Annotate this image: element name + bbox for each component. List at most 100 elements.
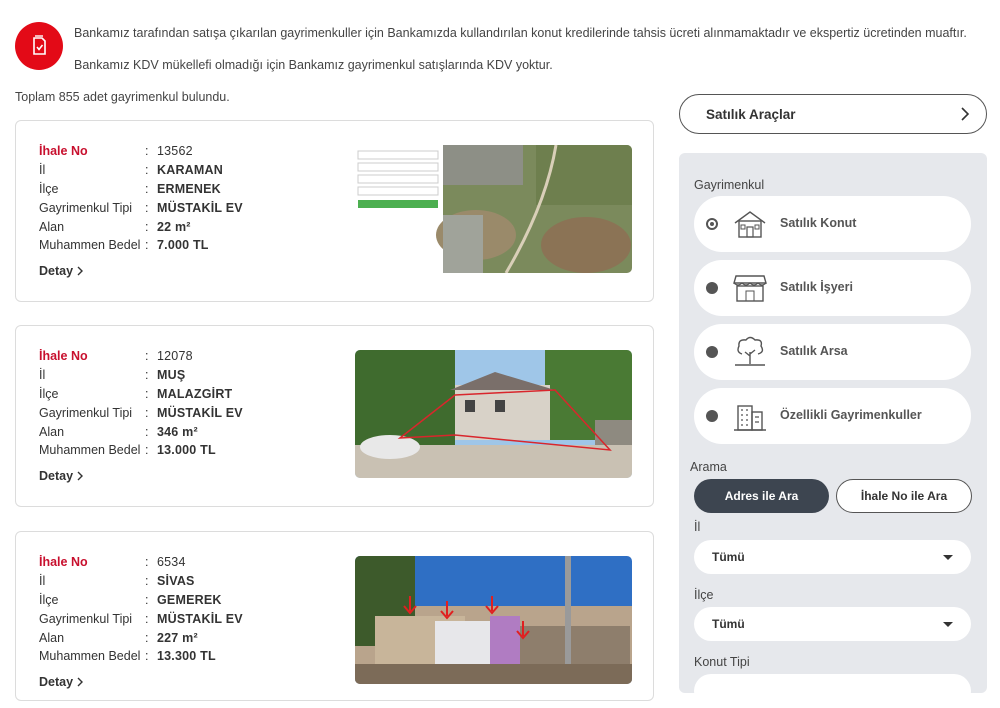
radio-unselected[interactable] [706,282,718,294]
property-type-label: Satılık Arsa [780,344,848,358]
house-icon [734,211,766,238]
alan-value: 227 m² [157,630,198,645]
listing-details: İhale No:12078 İl: MUŞ İlçe: MALAZGİRT Gay… [39,347,243,460]
ilce-label: İlçe [39,181,59,196]
separator: : [145,649,149,664]
detail-link[interactable]: Detay [39,675,84,689]
alan-label: Alan [39,630,65,645]
il-label: İl [39,574,46,589]
detail-link[interactable]: Detay [39,264,84,278]
ilce-value: MALAZGİRT [157,386,233,401]
il-value: SİVAS [157,574,195,589]
tip-value: MÜSTAKİL EV [157,611,243,626]
il-filter-label: İl [694,520,701,534]
ilce-value: GEMEREK [157,592,222,607]
alan-value: 346 m² [157,424,198,439]
il-label: İl [39,368,46,383]
separator: : [145,219,149,234]
radio-unselected[interactable] [706,410,718,422]
ihale-no-label: İhale No [39,144,88,159]
listing-details: İhale No:6534 İl: SİVAS İlçe: GEMEREK Gayr… [39,553,243,666]
alan-label: Alan [39,424,65,439]
property-type-label: Özellikli Gayrimenkuller [780,408,922,422]
tip-label: Gayrimenkul Tipi [39,200,133,215]
separator: : [145,592,149,607]
il-label: İl [39,163,46,178]
listing-photo[interactable] [356,145,632,273]
separator: : [145,181,149,196]
separator: : [145,386,149,401]
ilce-filter-label: İlçe [694,588,714,602]
separator: : [145,405,149,420]
tip-label: Gayrimenkul Tipi [39,611,133,626]
ilce-value: ERMENEK [157,181,221,196]
ihale-no-value: 6534 [157,555,186,570]
property-type-label: Satılık Konut [780,216,857,230]
tip-label: Gayrimenkul Tipi [39,405,133,420]
storefront-icon [733,275,767,302]
detail-link[interactable]: Detay [39,469,84,483]
chevron-right-icon [77,677,84,687]
search-label: Arama [690,460,727,474]
radio-selected[interactable] [706,218,718,230]
separator: : [145,238,149,253]
caret-down-icon [943,555,953,560]
konut-tipi-label: Konut Tipi [694,655,750,669]
separator: : [145,200,149,215]
tip-value: MÜSTAKİL EV [157,200,243,215]
bedel-value: 13.300 TL [157,649,216,664]
property-type-ozellikli[interactable]: Özellikli Gayrimenkuller [694,388,971,444]
ilce-label: İlçe [39,592,59,607]
chevron-right-icon [961,107,970,121]
tip-value: MÜSTAKİL EV [157,405,243,420]
bedel-value: 7.000 TL [157,238,209,253]
property-label: Gayrimenkul [694,178,765,192]
separator: : [145,574,149,589]
separator: : [145,424,149,439]
separator: : [145,443,149,458]
radio-unselected[interactable] [706,346,718,358]
bedel-label: Muhammen Bedel [39,238,141,253]
bedel-label: Muhammen Bedel [39,649,141,664]
listing-card: İhale No:13562 İl: KARAMAN İlçe: ERMENEK G… [15,120,654,302]
tree-icon [735,336,765,366]
ihale-no-value: 12078 [157,349,193,364]
chevron-right-icon [77,266,84,276]
bedel-label: Muhammen Bedel [39,443,141,458]
bedel-value: 13.000 TL [157,443,216,458]
building-icon [734,405,766,431]
property-type-arsa[interactable]: Satılık Arsa [694,324,971,380]
notice-line-fees: Bankamız tarafından satışa çıkarılan gay… [74,26,967,40]
listing-photo[interactable] [355,556,632,684]
ihale-no-label: İhale No [39,555,88,570]
il-select[interactable]: Tümü [694,540,971,574]
listing-card: İhale No:12078 İl: MUŞ İlçe: MALAZGİRT Gay… [15,325,654,507]
chevron-right-icon [77,471,84,481]
listing-card: İhale No:6534 İl: SİVAS İlçe: GEMEREK Gayr… [15,531,654,701]
vehicles-for-sale-label: Satılık Araçlar [706,106,796,122]
search-by-tender-button[interactable]: İhale No ile Ara [836,479,972,513]
detail-label: Detay [39,469,74,483]
separator: : [145,144,149,159]
ilce-select-value: Tümü [712,617,745,631]
detail-label: Detay [39,675,74,689]
il-value: KARAMAN [157,163,223,178]
il-value: MUŞ [157,368,186,383]
alan-label: Alan [39,219,65,234]
search-by-address-button[interactable]: Adres ile Ara [694,479,829,513]
listing-details: İhale No:13562 İl: KARAMAN İlçe: ERMENEK G… [39,142,243,255]
ihale-no-value: 13562 [157,144,193,159]
property-type-isyeri[interactable]: Satılık İşyeri [694,260,971,316]
notice-line-vat: Bankamız KDV mükellefi olmadığı için Ban… [74,58,553,72]
separator: : [145,163,149,178]
ilce-select[interactable]: Tümü [694,607,971,641]
separator: : [145,368,149,383]
konut-tipi-select[interactable] [694,674,971,708]
ihale-no-label: İhale No [39,349,88,364]
separator: : [145,611,149,626]
property-type-konut[interactable]: Satılık Konut [694,196,971,252]
separator: : [145,349,149,364]
vehicles-for-sale-button[interactable]: Satılık Araçlar [679,94,987,134]
separator: : [145,630,149,645]
listing-photo[interactable] [355,350,632,478]
